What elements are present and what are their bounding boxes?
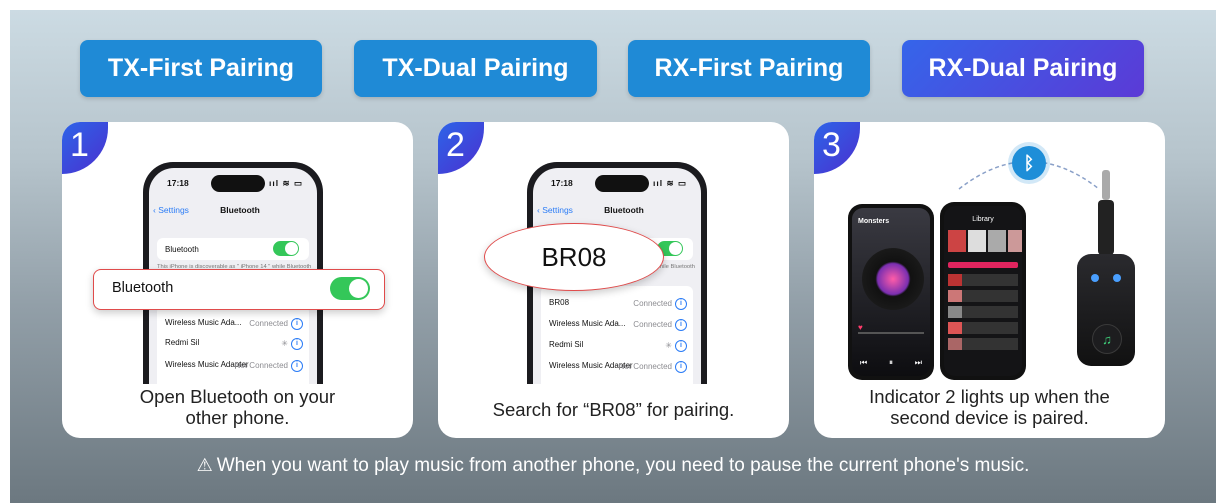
loading-spinner-icon: ✳ bbox=[281, 339, 288, 349]
device-row[interactable]: BR08 Connected i bbox=[549, 298, 687, 310]
filter-tabs[interactable] bbox=[948, 262, 1018, 268]
signal-wifi-battery-icon: ııl ≋ ▭ bbox=[269, 178, 303, 188]
device-row[interactable]: Redmi Sil ✳ i bbox=[165, 338, 303, 350]
dynamic-island bbox=[595, 175, 649, 192]
device-row[interactable]: Wireless Music Ada... Connected i bbox=[165, 318, 303, 330]
status-time: 17:18 bbox=[167, 178, 189, 188]
info-icon[interactable]: i bbox=[291, 318, 303, 330]
indicator-2-light bbox=[1113, 274, 1121, 282]
info-icon[interactable]: i bbox=[675, 319, 687, 331]
step-number-badge: 3 bbox=[814, 122, 860, 174]
progress-bar[interactable] bbox=[858, 332, 924, 334]
info-icon[interactable]: i bbox=[291, 360, 303, 372]
device-row[interactable]: Wireless Music Ada... Connected i bbox=[549, 319, 687, 331]
step-card-3: 3 ᛒ Monsters ♥ ⏮ ⏸ ⏭ Library ♫ Indicator… bbox=[814, 122, 1165, 438]
library-title: Library bbox=[972, 216, 994, 223]
player-track-title: Monsters bbox=[858, 218, 890, 225]
indicator-1-light bbox=[1091, 274, 1099, 282]
bluetooth-toggle-small[interactable] bbox=[273, 241, 299, 256]
status-time: 17:18 bbox=[551, 178, 573, 188]
music-button-icon[interactable]: ♫ bbox=[1092, 324, 1122, 354]
highlight-label: Bluetooth bbox=[112, 280, 174, 296]
phone-music-library: Library bbox=[940, 202, 1026, 380]
player-screen: Monsters ♥ ⏮ ⏸ ⏭ bbox=[852, 208, 930, 376]
footer-note: ⚠ When you want to play music from anothe… bbox=[10, 455, 1216, 477]
playback-controls: ⏮ ⏸ ⏭ bbox=[860, 358, 922, 368]
next-icon[interactable]: ⏭ bbox=[915, 358, 922, 368]
audio-jack-body bbox=[1098, 200, 1114, 255]
step-number-badge: 2 bbox=[438, 122, 484, 174]
page-background: TX-First Pairing TX-Dual Pairing RX-Firs… bbox=[10, 10, 1216, 503]
track-list bbox=[948, 274, 1018, 354]
device-row[interactable]: Wireless Music Adapter Not Connected i bbox=[165, 360, 303, 372]
highlight-label: BR08 bbox=[541, 241, 607, 272]
nav-title: Bluetooth bbox=[220, 205, 260, 215]
step-number-badge: 1 bbox=[62, 122, 108, 174]
br08-highlight-callout: BR08 bbox=[484, 223, 664, 291]
info-icon[interactable]: i bbox=[675, 340, 687, 352]
previous-icon[interactable]: ⏮ bbox=[860, 358, 867, 368]
bluetooth-toggle[interactable] bbox=[330, 277, 370, 300]
tab-label: TX-First Pairing bbox=[107, 54, 295, 82]
tab-label: RX-Dual Pairing bbox=[928, 54, 1118, 82]
device-row[interactable]: Redmi Sil ✳ i bbox=[549, 340, 687, 352]
warning-icon: ⚠ bbox=[196, 455, 213, 475]
bluetooth-icon: ᛒ bbox=[1012, 146, 1046, 180]
discoverable-text: while Bluetooth bbox=[655, 264, 695, 270]
bluetooth-adapter-device: ♫ bbox=[1077, 254, 1135, 366]
bluetooth-highlight-callout: Bluetooth bbox=[93, 269, 385, 310]
tab-tx-first-pairing[interactable]: TX-First Pairing bbox=[80, 40, 322, 97]
tab-label: TX-Dual Pairing bbox=[382, 54, 569, 82]
step-caption: Indicator 2 lights up when the second de… bbox=[869, 386, 1110, 428]
tab-rx-first-pairing[interactable]: RX-First Pairing bbox=[628, 40, 870, 97]
nav-title: Bluetooth bbox=[604, 205, 644, 215]
step-caption: Search for “BR08” for pairing. bbox=[492, 399, 735, 420]
album-row bbox=[948, 230, 1022, 252]
footer-note-text: When you want to play music from another… bbox=[216, 455, 1030, 476]
step-card-2: 2 17:18 ııl ≋ ▭ ‹ Settings Bluetooth whi… bbox=[438, 122, 789, 438]
loading-spinner-icon: ✳ bbox=[665, 341, 672, 351]
audio-jack-plug bbox=[1102, 170, 1110, 200]
device-row[interactable]: Wireless Music Adapter Not Connected i bbox=[549, 361, 687, 373]
info-icon[interactable]: i bbox=[291, 338, 303, 350]
info-icon[interactable]: i bbox=[675, 298, 687, 310]
dynamic-island bbox=[211, 175, 265, 192]
vinyl-disc-icon bbox=[862, 248, 924, 310]
signal-wifi-battery-icon: ııl ≋ ▭ bbox=[653, 178, 687, 188]
tab-tx-dual-pairing[interactable]: TX-Dual Pairing bbox=[354, 40, 597, 97]
pause-icon[interactable]: ⏸ bbox=[889, 358, 893, 368]
phone-music-player: Monsters ♥ ⏮ ⏸ ⏭ bbox=[848, 204, 934, 380]
step-caption: Open Bluetooth on your other phone. bbox=[139, 386, 336, 428]
library-screen: Library bbox=[944, 206, 1022, 376]
info-icon[interactable]: i bbox=[675, 361, 687, 373]
heart-icon[interactable]: ♥ bbox=[858, 323, 863, 332]
step-card-1: 1 17:18 ııl ≋ ▭ ‹ Settings Bluetooth Blu… bbox=[62, 122, 413, 438]
tab-label: RX-First Pairing bbox=[654, 54, 844, 82]
tab-rx-dual-pairing[interactable]: RX-Dual Pairing bbox=[902, 40, 1144, 97]
